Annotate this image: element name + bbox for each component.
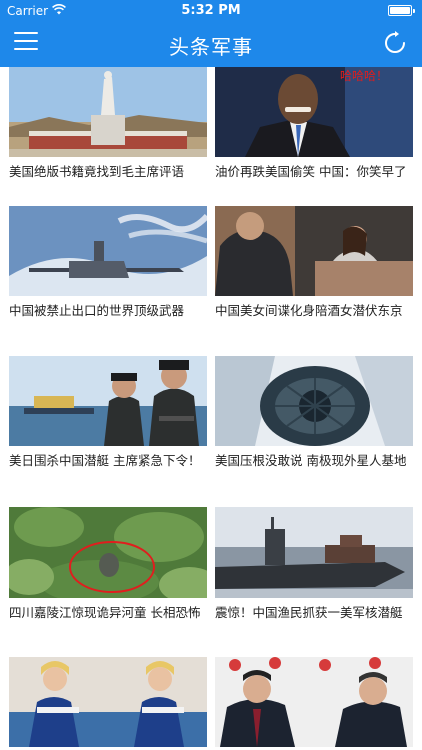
article-title: 四川嘉陵江惊现诡异河童 长相恐怖: [9, 605, 201, 620]
article-thumbnail: [9, 507, 207, 598]
article-thumbnail: [9, 657, 207, 747]
article-thumbnail: [9, 206, 207, 296]
article-thumbnail: [215, 356, 413, 446]
article-card[interactable]: 震惊！中国渔民抓获一美军核潜艇: [215, 507, 413, 621]
battery-icon: [388, 5, 415, 16]
article-card[interactable]: 哈哈哈！ 油价再跌美国偷笑 中国：你笑早了: [215, 67, 413, 180]
page-title: 头条军事: [169, 35, 253, 59]
article-title: 美国绝版书籍竟找到毛主席评语: [9, 164, 185, 179]
refresh-icon[interactable]: [382, 30, 408, 56]
article-card[interactable]: [9, 657, 207, 750]
nav-bar: 头条军事: [0, 22, 422, 67]
article-thumbnail: [215, 507, 413, 598]
article-card[interactable]: 中国被禁止出口的世界顶级武器: [9, 206, 207, 319]
article-title: 美日围杀中国潜艇 主席紧急下令！: [9, 453, 201, 468]
article-thumbnail: [9, 356, 207, 446]
status-bar: Carrier 5:32 PM: [0, 0, 422, 22]
article-thumbnail: [215, 206, 413, 296]
article-title: 美国压根没敢说 南极现外星人基地: [215, 453, 407, 468]
article-card[interactable]: 美日围杀中国潜艇 主席紧急下令！: [9, 356, 207, 469]
article-title: 震惊！中国渔民抓获一美军核潜艇: [215, 605, 403, 620]
article-card[interactable]: 中国美女间谍化身陪酒女潜伏东京: [215, 206, 413, 319]
article-card[interactable]: 美国压根没敢说 南极现外星人基地: [215, 356, 413, 469]
news-feed[interactable]: 美国绝版书籍竟找到毛主席评语 哈哈哈！ 油价再跌美国偷笑 中国：你笑早了 中国被…: [0, 67, 422, 750]
article-title: 中国被禁止出口的世界顶级武器: [9, 303, 185, 318]
app-header: Carrier 5:32 PM 头条军事: [0, 0, 422, 67]
article-title: 中国美女间谍化身陪酒女潜伏东京: [215, 303, 403, 318]
article-card[interactable]: [215, 657, 413, 750]
article-title: 油价再跌美国偷笑 中国：你笑早了: [215, 164, 407, 179]
article-thumbnail: [215, 657, 413, 747]
article-thumbnail: 哈哈哈！: [215, 67, 413, 157]
article-card[interactable]: 美国绝版书籍竟找到毛主席评语: [9, 67, 207, 180]
overlay-caption: 哈哈哈！: [340, 69, 388, 83]
article-thumbnail: [9, 67, 207, 157]
status-time: 5:32 PM: [181, 3, 241, 18]
article-card[interactable]: 四川嘉陵江惊现诡异河童 长相恐怖: [9, 507, 207, 621]
